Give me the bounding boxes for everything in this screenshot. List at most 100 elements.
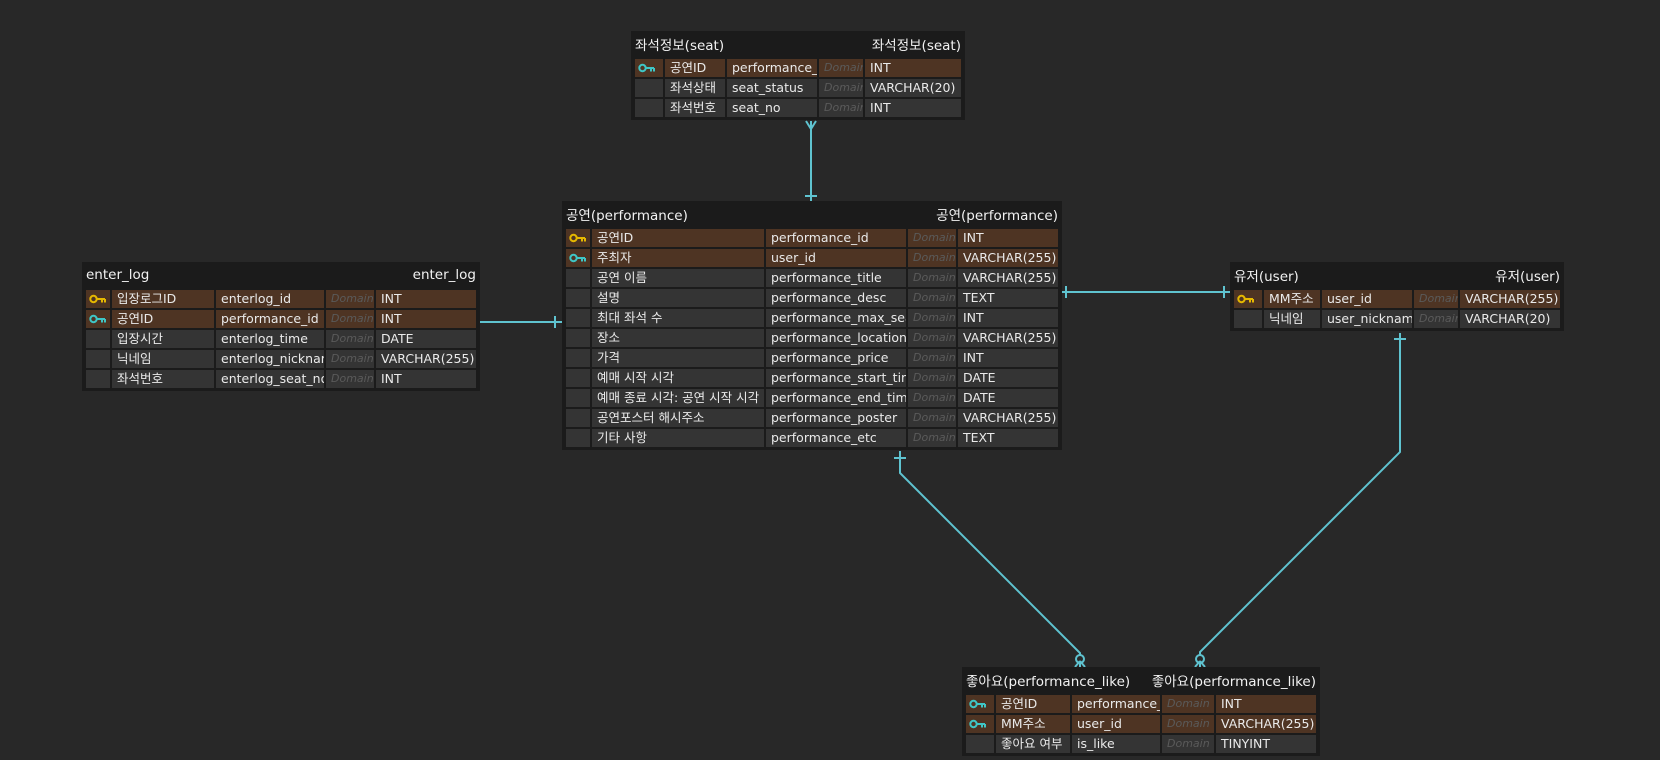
entity-title-left: 좋아요(performance_like): [966, 674, 1131, 690]
physical-name: seat_no: [727, 99, 817, 117]
column-row[interactable]: 설명 performance_desc Domain TEXT: [566, 289, 1058, 307]
key-cell: [1234, 310, 1262, 328]
column-row[interactable]: 공연IDperformance_idDomainINT: [635, 59, 961, 77]
entity-title-right: 유저(user): [1495, 269, 1560, 285]
column-row[interactable]: MM주소 user_id Domain VARCHAR(255): [1234, 290, 1560, 308]
data-type: INT: [958, 309, 1058, 327]
domain-name: Domain: [326, 350, 374, 368]
column-row[interactable]: 공연 이름 performance_title Domain VARCHAR(255): [566, 269, 1058, 287]
column-row[interactable]: 가격 performance_price Domain INT: [566, 349, 1058, 367]
data-type: INT: [376, 310, 476, 328]
key-cell: [86, 330, 110, 348]
entity-performance[interactable]: 공연(performance) 공연(performance) 공연ID perfor…: [562, 201, 1062, 450]
data-type: VARCHAR(255): [958, 269, 1058, 287]
column-row[interactable]: 좋아요 여부 is_like Domain TINYINT: [966, 735, 1316, 753]
data-type: VARCHAR(255): [376, 350, 476, 368]
domain-name: Domain: [326, 310, 374, 328]
fk-icon: [966, 715, 994, 733]
entity-enter-log[interactable]: enter_log enter_log 입장로그ID enterlog_id Domai…: [82, 262, 480, 391]
logical-name: 닉네임: [112, 350, 214, 368]
entity-title-right: enter_log: [412, 267, 476, 283]
key-cell: [566, 429, 590, 447]
entity-title-right: 좋아요(performance_like): [1151, 674, 1316, 690]
key-cell: [966, 735, 994, 753]
data-type: INT: [865, 99, 961, 117]
logical-name: 공연ID: [592, 229, 764, 247]
logical-name: 설명: [592, 289, 764, 307]
relationship-user-like: [1199, 333, 1401, 667]
entity-header: 공연(performance) 공연(performance): [566, 201, 1058, 227]
zero-marker: [1075, 654, 1085, 664]
physical-name: seat_status: [727, 79, 817, 97]
pk-icon: [1234, 290, 1262, 308]
logical-name: 공연ID: [996, 695, 1070, 713]
logical-name: 예매 종료 시각: 공연 시작 시각: [592, 389, 764, 407]
column-row[interactable]: 닉네임enterlog_nicknameDomainVARCHAR(255): [86, 350, 476, 368]
domain-name: Domain: [1414, 290, 1458, 308]
physical-name: performance_price: [766, 349, 906, 367]
column-row[interactable]: 좌석번호 seat_no Domain INT: [635, 99, 961, 117]
data-type: DATE: [958, 369, 1058, 387]
physical-name: performance_end_time: [766, 389, 906, 407]
physical-name: performance_id: [1072, 695, 1160, 713]
data-type: VARCHAR(20): [1460, 310, 1560, 328]
logical-name: 좋아요 여부: [996, 735, 1070, 753]
logical-name: MM주소: [1264, 290, 1320, 308]
column-row[interactable]: MM주소 user_id Domain VARCHAR(255): [966, 715, 1316, 733]
entity-user[interactable]: 유저(user) 유저(user) MM주소 user_id Domain VARCHAR…: [1230, 262, 1564, 331]
physical-name: performance_location: [766, 329, 906, 347]
column-row[interactable]: 예매 시작 시각 performance_start_time Domain DATE: [566, 369, 1058, 387]
crowfoot-marker: [810, 120, 817, 130]
logical-name: 입장시간: [112, 330, 214, 348]
column-row[interactable]: 장소 performance_location Domain VARCHAR(255): [566, 329, 1058, 347]
column-row[interactable]: 좌석상태 seat_status Domain VARCHAR(20): [635, 79, 961, 97]
physical-name: enterlog_nickname: [216, 350, 324, 368]
column-row[interactable]: 좌석번호 enterlog_seat_no Domain INT: [86, 370, 476, 388]
key-cell: [566, 349, 590, 367]
entity-title-left: enter_log: [86, 267, 150, 283]
fk-icon: [566, 249, 590, 267]
column-row[interactable]: 입장로그ID enterlog_id Domain INT: [86, 290, 476, 308]
entity-title-right: 좌석정보(seat): [871, 38, 961, 54]
column-row[interactable]: 닉네임user_nicknameDomainVARCHAR(20): [1234, 310, 1560, 328]
domain-name: Domain: [819, 79, 863, 97]
key-cell: [566, 269, 590, 287]
column-row[interactable]: 기타 사항 performance_etc Domain TEXT: [566, 429, 1058, 447]
column-row[interactable]: 공연IDperformance_idDomainINT: [966, 695, 1316, 713]
column-row[interactable]: 입장시간 enterlog_time Domain DATE: [86, 330, 476, 348]
data-type: TEXT: [958, 289, 1058, 307]
entity-header: 좋아요(performance_like) 좋아요(performance_lik…: [966, 667, 1316, 693]
key-cell: [86, 370, 110, 388]
logical-name: 장소: [592, 329, 764, 347]
data-type: DATE: [958, 389, 1058, 407]
column-row[interactable]: 공연IDperformance_idDomainINT: [566, 229, 1058, 247]
key-cell: [566, 409, 590, 427]
data-type: TINYINT: [1216, 735, 1316, 753]
domain-name: Domain: [819, 99, 863, 117]
logical-name: 최대 좌석 수: [592, 309, 764, 327]
physical-name: performance_start_time: [766, 369, 906, 387]
logical-name: MM주소: [996, 715, 1070, 733]
data-type: VARCHAR(255): [958, 249, 1058, 267]
key-cell: [566, 309, 590, 327]
column-row[interactable]: 공연IDperformance_idDomainINT: [86, 310, 476, 328]
domain-name: Domain: [908, 429, 956, 447]
column-row[interactable]: 최대 좌석 수performance_max_seatsDomainINT: [566, 309, 1058, 327]
entity-seat[interactable]: 좌석정보(seat) 좌석정보(seat) 공연IDperformance_idDo…: [631, 31, 965, 120]
data-type: DATE: [376, 330, 476, 348]
entity-title-left: 공연(performance): [566, 208, 688, 224]
physical-name: user_nickname: [1322, 310, 1412, 328]
column-row[interactable]: 주최자 user_id Domain VARCHAR(255): [566, 249, 1058, 267]
data-type: VARCHAR(20): [865, 79, 961, 97]
physical-name: user_id: [766, 249, 906, 267]
logical-name: 기타 사항: [592, 429, 764, 447]
domain-name: Domain: [908, 329, 956, 347]
data-type: VARCHAR(255): [1216, 715, 1316, 733]
column-row[interactable]: 공연포스터 해시주소 performance_poster Domain VARCHA…: [566, 409, 1058, 427]
entity-title-left: 좌석정보(seat): [635, 38, 725, 54]
entity-header: 좌석정보(seat) 좌석정보(seat): [635, 31, 961, 57]
column-row[interactable]: 예매 종료 시각: 공연 시작 시각 performance_end_time Do…: [566, 389, 1058, 407]
entity-performance-like[interactable]: 좋아요(performance_like) 좋아요(performance_lik…: [962, 667, 1320, 756]
domain-name: Domain: [908, 229, 956, 247]
physical-name: user_id: [1322, 290, 1412, 308]
